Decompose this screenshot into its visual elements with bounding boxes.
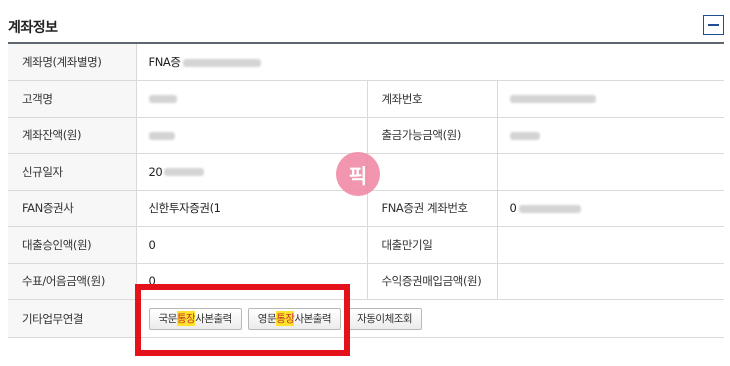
watermark-logo: 픽 bbox=[336, 152, 380, 196]
open-date-label: 신규일자 bbox=[8, 153, 137, 191]
section-title: 계좌정보 bbox=[8, 20, 58, 36]
customer-name-value bbox=[136, 80, 368, 118]
check-amount-label: 수표/어음금액(원) bbox=[8, 263, 137, 300]
fna-account-number-label: FNA증권 계좌번호 bbox=[366, 190, 498, 227]
account-name-value: FNA증 bbox=[136, 44, 725, 81]
minus-icon bbox=[708, 24, 719, 26]
annotation-highlight-box bbox=[135, 284, 350, 356]
collapse-button[interactable] bbox=[703, 15, 724, 35]
table-row: 수표/어음금액(원) 0 수익증권매입금액(원) bbox=[8, 263, 725, 300]
table-row: 고객명 계좌번호 bbox=[8, 80, 725, 118]
loan-approved-value: 0 bbox=[136, 226, 368, 264]
fund-purchase-label: 수익증권매입금액(원) bbox=[366, 263, 498, 300]
securities-company-value: 신한투자증권(1 bbox=[136, 190, 368, 227]
loan-maturity-value bbox=[497, 226, 725, 264]
account-name-label: 계좌명(계좌별명) bbox=[8, 44, 137, 81]
empty-label bbox=[366, 153, 498, 191]
withdrawable-label: 출금가능금액(원) bbox=[366, 117, 498, 154]
fna-account-number-value: 0 bbox=[497, 190, 725, 227]
balance-value bbox=[136, 117, 368, 154]
other-services-label: 기타업무연결 bbox=[8, 299, 137, 338]
auto-transfer-inquiry-button[interactable]: 자동이체조회 bbox=[347, 307, 423, 330]
loan-maturity-label: 대출만기일 bbox=[366, 226, 498, 264]
account-number-label: 계좌번호 bbox=[366, 80, 498, 118]
account-number-value bbox=[497, 80, 725, 118]
table-row: 계좌잔액(원) 출금가능금액(원) bbox=[8, 117, 725, 154]
table-row: 대출승인액(원) 0 대출만기일 bbox=[8, 226, 725, 264]
securities-company-label: FAN증권사 bbox=[8, 190, 137, 227]
open-date-value: 20 bbox=[136, 153, 368, 191]
table-row: 기타업무연결 국문 통장 사본출력 영문 통장 사본출력 자동이체조회 bbox=[8, 299, 725, 338]
balance-label: 계좌잔액(원) bbox=[8, 117, 137, 154]
table-row: FAN증권사 신한투자증권(1 FNA증권 계좌번호 0 bbox=[8, 190, 725, 227]
empty-value bbox=[497, 153, 725, 191]
customer-name-label: 고객명 bbox=[8, 80, 137, 118]
table-row: 계좌명(계좌별명) FNA증 bbox=[8, 44, 725, 81]
withdrawable-value bbox=[497, 117, 725, 154]
section-header: 계좌정보 bbox=[0, 0, 730, 44]
fund-purchase-value bbox=[497, 263, 725, 300]
loan-approved-label: 대출승인액(원) bbox=[8, 226, 137, 264]
